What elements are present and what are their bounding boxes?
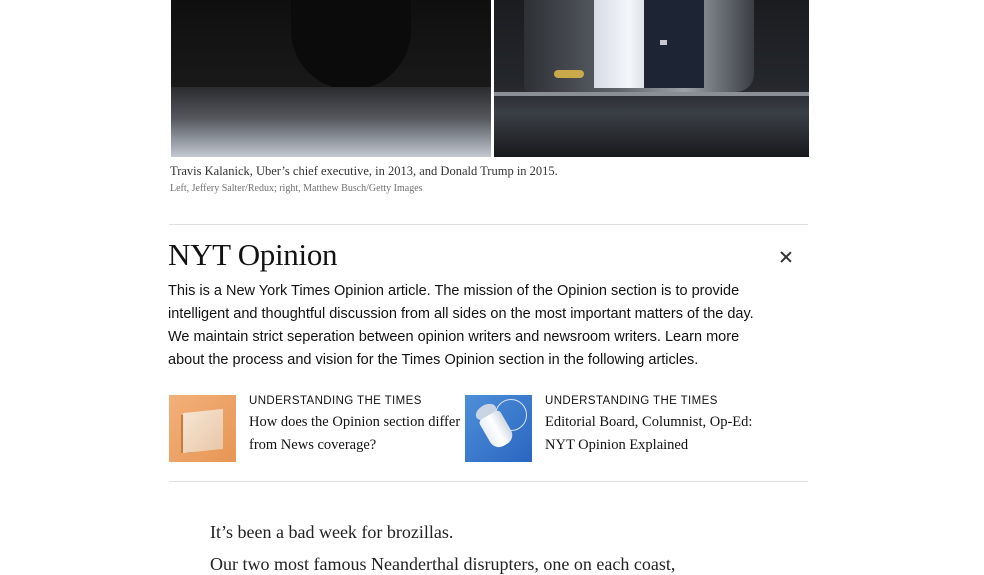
card-kicker: UNDERSTANDING THE TIMES (249, 395, 422, 407)
card-thumbnail (169, 395, 236, 462)
photo-right-trump (494, 0, 809, 157)
card-thumbnail (465, 395, 532, 462)
divider-bottom (169, 481, 808, 482)
card-title[interactable]: How does the Opinion section differ from… (249, 411, 464, 457)
divider-top (169, 224, 808, 225)
photo-left-kalanick (171, 0, 491, 157)
photo-credit: Left, Jeffery Salter/Redux; right, Matth… (170, 183, 423, 194)
photo-caption: Travis Kalanick, Uber’s chief executive,… (170, 164, 558, 178)
opinion-box-title: NYT Opinion (168, 237, 338, 272)
card-kicker: UNDERSTANDING THE TIMES (545, 395, 718, 407)
article-paragraph: It’s been a bad week for brozillas. (210, 522, 454, 542)
opinion-card-1[interactable]: UNDERSTANDING THE TIMES How does the Opi… (169, 395, 460, 463)
card-title[interactable]: Editorial Board, Columnist, Op-Ed: NYT O… (545, 411, 760, 457)
close-icon[interactable] (776, 247, 796, 267)
opinion-card-2[interactable]: UNDERSTANDING THE TIMES Editorial Board,… (465, 395, 755, 463)
opinion-box-description: This is a New York Times Opinion article… (168, 283, 754, 368)
article-photo (171, 0, 809, 157)
